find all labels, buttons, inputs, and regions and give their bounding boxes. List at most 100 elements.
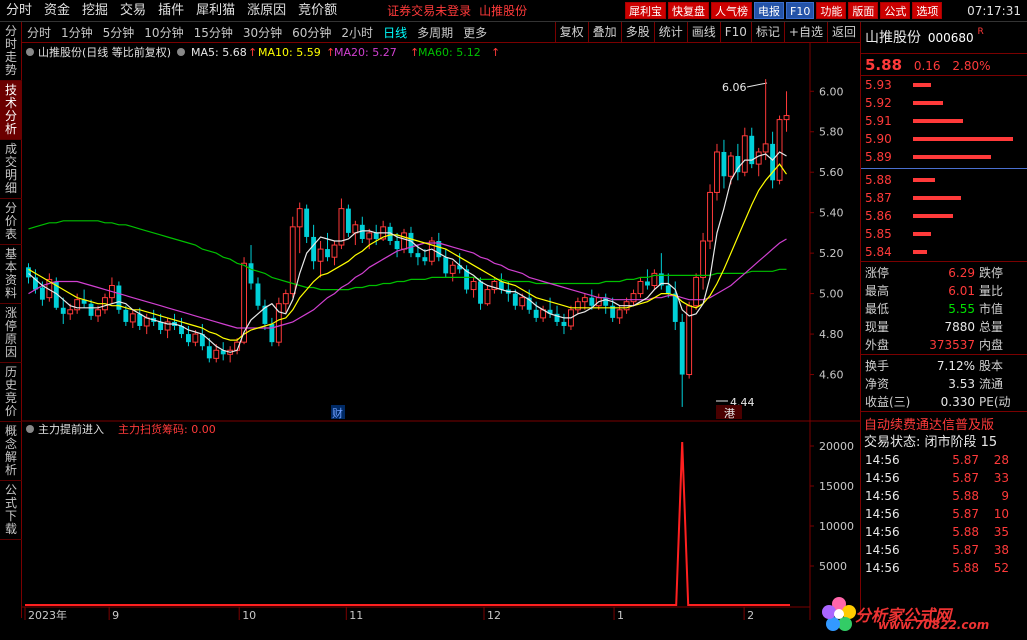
period-30min[interactable]: 30分钟 — [238, 24, 287, 41]
tab-gainian-jiexi[interactable]: 概念解析 — [0, 422, 22, 481]
candle-body-down — [255, 283, 261, 306]
period-60min[interactable]: 60分钟 — [287, 24, 336, 41]
tab-chengjiao-mingxi[interactable]: 成交明细 — [0, 140, 22, 199]
tool-biaoji[interactable]: 标记 — [750, 22, 784, 43]
period-15min[interactable]: 15分钟 — [189, 24, 238, 41]
period-2hour[interactable]: 2小时 — [336, 24, 378, 41]
bid-level-4: 5.85 — [861, 225, 1027, 243]
menu-item-jingjiae[interactable]: 竞价额 — [292, 0, 343, 22]
tick-row: 14:56 5.88 52 — [861, 559, 1027, 577]
candle-body-down — [735, 156, 741, 173]
candle-body-down — [269, 323, 275, 343]
menu-item-xilimao[interactable]: 犀利猫 — [190, 0, 241, 22]
chart-area[interactable]: 山推股份(日线 等比前复权) MA5: 5.68 MA10: 5.59 MA20… — [22, 43, 860, 620]
period-5min[interactable]: 5分钟 — [98, 24, 140, 41]
stat-label: 最低 — [865, 302, 890, 316]
candle-body-down — [443, 257, 449, 274]
top-button-xilibao[interactable]: 犀利宝 — [625, 2, 666, 19]
tick-row: 14:56 5.87 33 — [861, 469, 1027, 487]
scrolling-notice[interactable]: 自动续费通达信普及版 — [861, 411, 1027, 431]
tool-add-watchlist[interactable]: +自选 — [783, 22, 827, 43]
candle-body-down — [498, 281, 504, 290]
candle-body-up — [470, 280, 477, 291]
tool-duogu[interactable]: 多股 — [620, 22, 654, 43]
quote-stats-2: 换手 7.12% 股本 净资 3.53 流通 收益(三) 0.330 PE(动 — [861, 354, 1027, 411]
menu-item-chajian[interactable]: 插件 — [152, 0, 190, 22]
candle-body-up — [519, 297, 526, 307]
tab-jishu-fenxi[interactable]: 技术分析 — [0, 81, 22, 140]
candle-body-down — [561, 321, 567, 326]
finance-marker[interactable]: 财 — [332, 406, 343, 420]
menu-item-zhangyuanyin[interactable]: 涨原因 — [241, 0, 292, 22]
top-button-group: 犀利宝 快复盘 人气榜 电报 F10 功能 版面 公式 选项 — [625, 2, 944, 19]
indicator-axis-label: 15000 — [819, 480, 854, 493]
tool-huaxian[interactable]: 画线 — [686, 22, 720, 43]
menu-item-wajue[interactable]: 挖掘 — [76, 0, 114, 22]
top-button-gongshi[interactable]: 公式 — [880, 2, 911, 19]
ma10-line — [28, 163, 787, 341]
tick-volume: 38 — [993, 543, 1009, 557]
current-stock-label: 山推股份 — [479, 4, 528, 18]
chart-menu-icon[interactable] — [26, 48, 34, 56]
candle-body-down — [665, 285, 671, 294]
stat-value: 5.55 — [948, 302, 975, 316]
top-button-dianbao[interactable]: 电报 — [754, 2, 784, 19]
clock: 07:17:31 — [967, 4, 1021, 18]
tick-list[interactable]: 14:56 5.87 28 14:56 5.87 33 14:56 5.88 9 14:56… — [861, 451, 1027, 577]
tick-row: 14:56 5.88 9 — [861, 487, 1027, 505]
price-row: 5.88 0.16 2.80% — [861, 54, 1027, 76]
ma5-label: MA5: 5.68 — [191, 46, 247, 59]
candle-body-up — [637, 280, 644, 295]
stat-value: 3.53 — [948, 377, 975, 391]
stock-header: 山推股份 000680 R — [861, 22, 1027, 54]
candle-body-down — [422, 257, 428, 262]
period-10min[interactable]: 10分钟 — [139, 24, 188, 41]
top-button-f10[interactable]: F10 — [786, 2, 815, 19]
candle-body-down — [158, 321, 164, 331]
stat-label: 净资 — [865, 377, 890, 391]
tick-volume: 35 — [993, 525, 1009, 539]
indicator-axis-label: 20000 — [819, 440, 854, 453]
time-axis-label: 9 — [112, 609, 119, 620]
ask-price: 5.90 — [865, 132, 892, 146]
period-daily[interactable]: 日线 — [378, 24, 412, 41]
kline-chart-svg[interactable]: 山推股份(日线 等比前复权) MA5: 5.68 MA10: 5.59 MA20… — [22, 43, 860, 620]
tool-back[interactable]: 返回 — [826, 22, 860, 43]
hk-marker[interactable]: 港 — [724, 407, 735, 420]
ask-volume-bar — [913, 101, 943, 105]
bid-price: 5.86 — [865, 209, 892, 223]
tab-lishi-jingjia[interactable]: 历史竞价 — [0, 363, 22, 422]
ask-volume-bar — [913, 83, 931, 87]
tool-f10[interactable]: F10 — [719, 22, 751, 43]
subchart-menu-icon[interactable] — [26, 425, 34, 433]
top-button-renqibang[interactable]: 人气榜 — [711, 2, 752, 19]
tick-time: 14:56 — [865, 543, 900, 557]
login-status-text[interactable]: 证券交易未登录 — [387, 2, 471, 19]
menu-item-zijin[interactable]: 资金 — [38, 0, 76, 22]
tab-gongshi-xiazai[interactable]: 公式下载 — [0, 481, 22, 540]
period-fenshi[interactable]: 分时 — [22, 24, 56, 41]
indicator-menu-icon[interactable] — [177, 48, 185, 56]
tab-jiben-ziliao[interactable]: 基本资料 — [0, 245, 22, 304]
period-more[interactable]: 更多 — [458, 24, 492, 41]
tab-fenjiabiao[interactable]: 分价表 — [0, 199, 22, 245]
candle-body-down — [345, 208, 351, 233]
stat-value: 373537 — [929, 338, 975, 352]
period-1min[interactable]: 1分钟 — [56, 24, 98, 41]
tab-fenshi-zoushi[interactable]: 分时走势 — [0, 22, 22, 81]
candle-body-up — [449, 264, 456, 274]
tool-diejia[interactable]: 叠加 — [587, 22, 621, 43]
tool-fuquan[interactable]: 复权 — [554, 22, 588, 43]
top-button-banmian[interactable]: 版面 — [848, 2, 879, 19]
stat-label-right: 股本 — [979, 359, 1004, 373]
top-button-xuanxiang[interactable]: 选项 — [912, 2, 943, 19]
top-button-gongneng[interactable]: 功能 — [816, 2, 847, 19]
tab-zhangting-yuanyin[interactable]: 涨停原因 — [0, 304, 22, 363]
menu-item-jiaoyi[interactable]: 交易 — [114, 0, 152, 22]
candle-body-up — [574, 301, 581, 311]
period-multi[interactable]: 多周期 — [412, 24, 458, 41]
bid-volume-bar — [913, 250, 927, 254]
top-button-kuaifupan[interactable]: 快复盘 — [668, 2, 709, 19]
tool-tongji[interactable]: 统计 — [653, 22, 687, 43]
menu-item-fenshi[interactable]: 分时 — [0, 0, 38, 22]
